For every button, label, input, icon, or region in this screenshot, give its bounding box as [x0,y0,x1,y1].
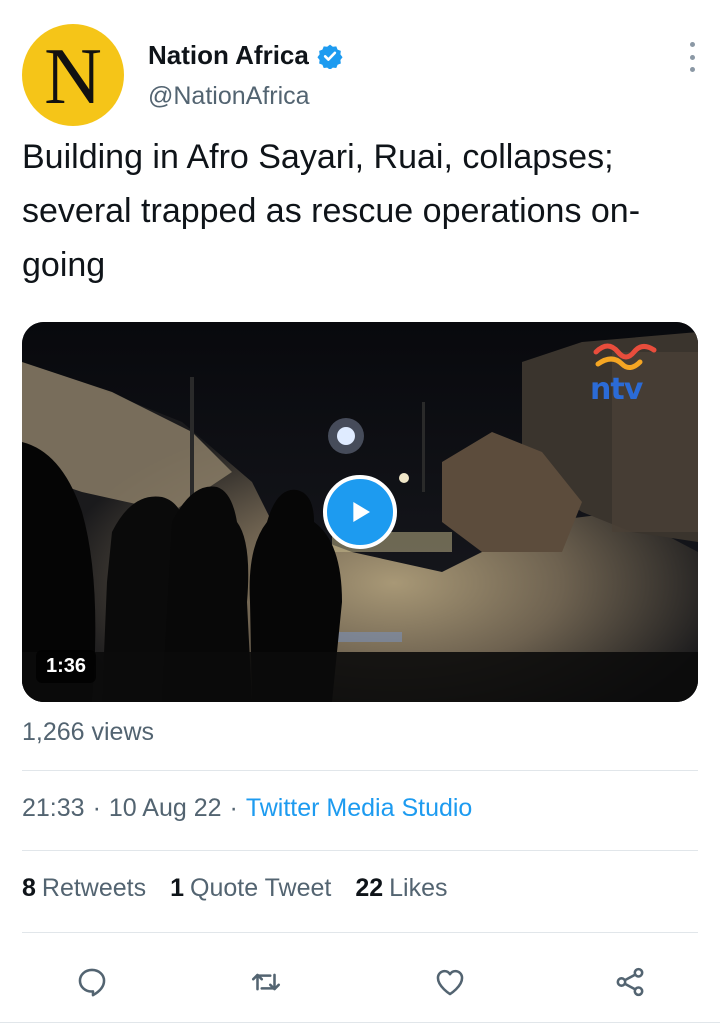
video-player[interactable]: ntv 1:36 [22,322,698,702]
meta-separator: · [229,794,238,822]
like-icon[interactable] [428,960,472,1004]
handle[interactable]: @NationAfrica [148,82,310,111]
ntv-watermark: ntv [590,372,643,407]
likes-stat[interactable]: 22 Likes [355,874,447,903]
divider [22,770,698,771]
divider [22,932,698,933]
avatar[interactable]: N [22,24,124,126]
likes-count: 22 [355,874,384,902]
tweet-meta: 21:33 · 10 Aug 22 · Twitter Media Studio [22,794,472,823]
view-count: 1,266 views [22,718,155,746]
display-name[interactable]: Nation Africa [148,40,309,71]
tweet-actions [0,950,720,1010]
divider [22,850,698,851]
divider [0,1022,720,1023]
play-icon [353,502,370,522]
play-button[interactable] [323,475,397,549]
meta-separator: · [92,794,101,822]
tweet-header: N Nation Africa @NationAfrica [22,24,702,128]
more-options-icon[interactable] [682,42,702,72]
retweets-label: Retweets [41,874,147,902]
quotes-count: 1 [170,874,185,902]
quotes-stat[interactable]: 1 Quote Tweet [170,874,331,903]
retweet-icon[interactable] [244,960,288,1004]
share-icon[interactable] [608,960,652,1004]
tweet-text: Building in Afro Sayari, Ruai, collapses… [22,138,641,284]
tweet-source-link[interactable]: Twitter Media Studio [246,794,473,823]
avatar-letter: N [44,33,102,121]
quotes-label: Quote Tweet [190,874,332,902]
tweet-date[interactable]: 10 Aug 22 [109,794,222,823]
retweets-stat[interactable]: 8 Retweets [22,874,146,903]
verified-icon [317,43,343,70]
video-duration: 1:36 [36,650,97,683]
tweet-time[interactable]: 21:33 [22,794,85,823]
name-row: Nation Africa [148,40,343,71]
tweet-stats: 8 Retweets 1 Quote Tweet 22 Likes [22,874,472,903]
likes-label: Likes [389,874,448,902]
retweets-count: 8 [22,874,36,902]
tweet: N Nation Africa @NationAfrica Building i… [0,0,720,1026]
reply-icon[interactable] [70,960,114,1004]
